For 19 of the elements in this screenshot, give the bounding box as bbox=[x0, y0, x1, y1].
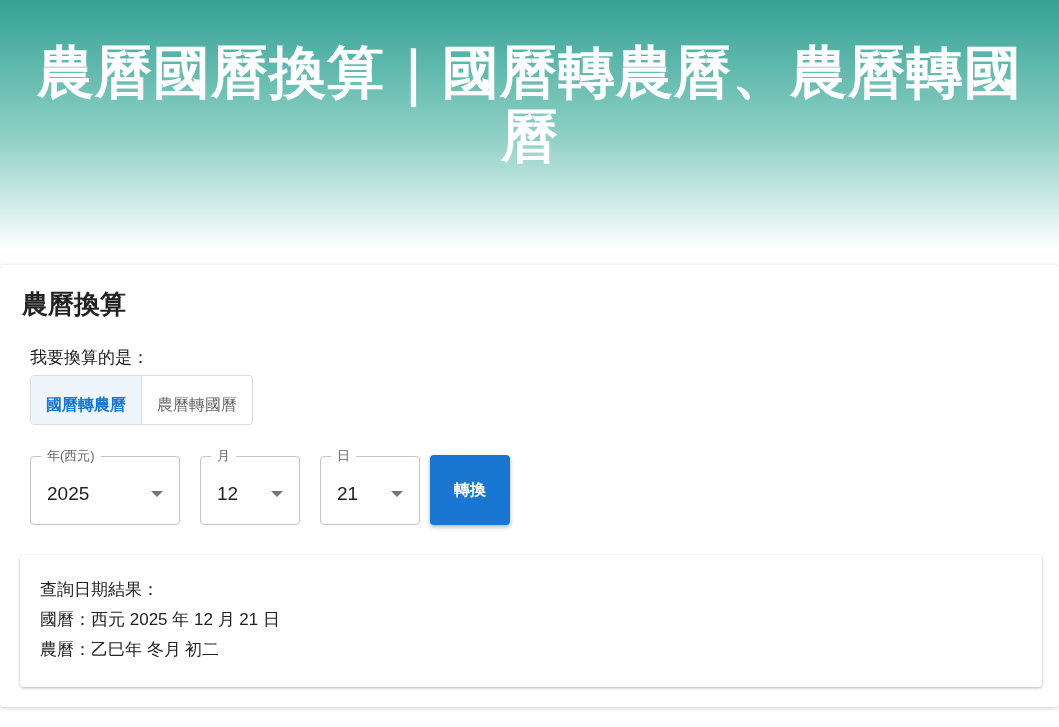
mode-prompt: 我要換算的是： bbox=[30, 347, 149, 369]
field-value: 12 bbox=[217, 483, 240, 505]
select-field[interactable]: 年(西元) 2025 bbox=[30, 446, 180, 525]
dropdown-caret-icon bbox=[151, 491, 163, 497]
field-label: 日 bbox=[336, 447, 351, 465]
field-value: 2025 bbox=[47, 483, 91, 505]
convert-button[interactable]: 轉換 bbox=[430, 455, 510, 525]
mode-toggle[interactable]: 國曆轉農曆 bbox=[31, 376, 141, 424]
mode-toggle[interactable]: 農曆轉國曆 bbox=[141, 376, 252, 424]
result-line: 農曆：乙巳年 冬月 初二 bbox=[40, 639, 220, 661]
field-value: 21 bbox=[337, 483, 360, 505]
result-line: 查詢日期結果： bbox=[40, 579, 159, 601]
dropdown-caret-icon bbox=[271, 491, 283, 497]
field-label: 年(西元) bbox=[46, 447, 96, 465]
result-line: 國曆：西元 2025 年 12 月 21 日 bbox=[40, 609, 280, 631]
section-heading: 農曆換算 bbox=[22, 288, 126, 321]
page-title: 農曆國曆換算｜國曆轉農曆、農曆轉國曆 bbox=[36, 40, 1023, 170]
field-label: 月 bbox=[216, 447, 231, 465]
dropdown-caret-icon bbox=[391, 491, 403, 497]
